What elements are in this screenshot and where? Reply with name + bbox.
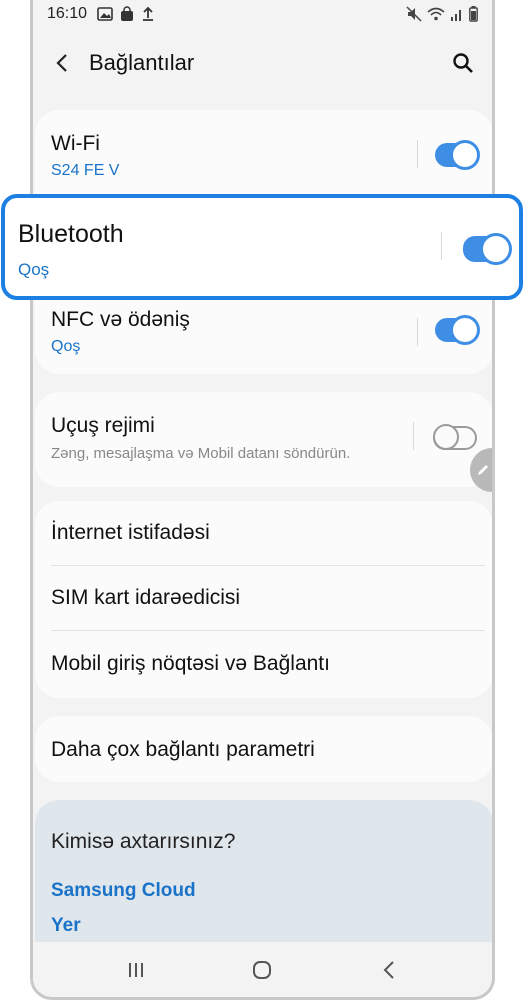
divider	[417, 318, 418, 346]
upload-icon	[141, 6, 155, 22]
nfc-status: Qoş	[51, 338, 81, 355]
app-header: Bağlantılar	[33, 35, 492, 91]
internet-usage-label: İnternet istifadəsi	[51, 521, 210, 544]
search-button[interactable]	[448, 48, 478, 78]
wifi-row[interactable]: Wi-Fi S24 FE V	[35, 110, 492, 196]
phone-screen: 16:10 Bağlantılar Wi-Fi S24 FE V NFC və …	[30, 0, 495, 1000]
search-icon	[453, 53, 473, 73]
recent-apps-icon	[129, 962, 144, 977]
signal-icon	[450, 7, 464, 21]
flight-mode-toggle[interactable]	[433, 424, 477, 450]
nfc-row[interactable]: NFC və ödəniş Qoş	[35, 288, 492, 374]
nfc-toggle[interactable]	[435, 315, 480, 345]
flight-mode-description: Zəng, mesajlaşma və Mobil datanı söndürü…	[51, 445, 351, 462]
recent-apps-button[interactable]	[116, 950, 156, 990]
back-button[interactable]	[47, 48, 77, 78]
hotspot-row[interactable]: Mobil giriş nöqtəsi və Bağlantı	[35, 630, 492, 698]
back-arrow-icon	[56, 54, 67, 72]
sim-manager-row[interactable]: SIM kart idarəedicisi	[35, 565, 492, 630]
bluetooth-label: Bluetooth	[18, 220, 124, 248]
image-icon	[97, 7, 113, 21]
suggestions-panel: Kimisə axtarırsınız? Samsung Cloud Yer	[35, 800, 492, 960]
bluetooth-row[interactable]: Bluetooth Qoş	[1, 194, 523, 300]
navigation-bar	[33, 942, 492, 997]
mute-icon	[406, 6, 422, 22]
suggestion-link-location[interactable]: Yer	[51, 915, 81, 937]
page-title: Bağlantılar	[89, 50, 195, 75]
back-nav-icon	[383, 960, 394, 979]
more-settings-label: Daha çox bağlantı parametri	[51, 738, 315, 761]
back-nav-button[interactable]	[369, 950, 409, 990]
pencil-icon	[478, 465, 488, 475]
flight-mode-label: Uçuş rejimi	[51, 414, 155, 437]
flight-mode-row[interactable]: Uçuş rejimi Zəng, mesajlaşma və Mobil da…	[35, 392, 492, 487]
hotspot-label: Mobil giriş nöqtəsi və Bağlantı	[51, 652, 330, 675]
bluetooth-status: Qoş	[18, 260, 50, 279]
internet-usage-row[interactable]: İnternet istifadəsi	[35, 501, 492, 565]
network-card: İnternet istifadəsi SIM kart idarəedicis…	[35, 501, 492, 698]
bluetooth-toggle[interactable]	[463, 233, 512, 265]
more-settings-row[interactable]: Daha çox bağlantı parametri	[35, 716, 492, 782]
divider	[413, 422, 414, 450]
sim-manager-label: SIM kart idarəedicisi	[51, 586, 241, 609]
home-icon	[253, 960, 272, 979]
divider	[441, 232, 442, 260]
flight-card: Uçuş rejimi Zəng, mesajlaşma və Mobil da…	[35, 392, 492, 487]
wifi-network: S24 FE V	[51, 162, 120, 179]
suggestions-question: Kimisə axtarırsınız?	[51, 830, 236, 853]
wifi-label: Wi-Fi	[51, 132, 100, 155]
status-bar: 16:10	[33, 0, 492, 28]
divider	[417, 140, 418, 168]
suggestion-link-samsung-cloud[interactable]: Samsung Cloud	[51, 880, 196, 902]
battery-icon	[469, 6, 478, 22]
nfc-label: NFC və ödəniş	[51, 308, 190, 331]
status-time: 16:10	[47, 5, 88, 22]
wifi-icon	[427, 6, 445, 22]
bag-icon	[119, 6, 135, 22]
wifi-toggle[interactable]	[435, 140, 480, 170]
home-button[interactable]	[242, 950, 282, 990]
more-settings-card: Daha çox bağlantı parametri	[35, 716, 492, 782]
